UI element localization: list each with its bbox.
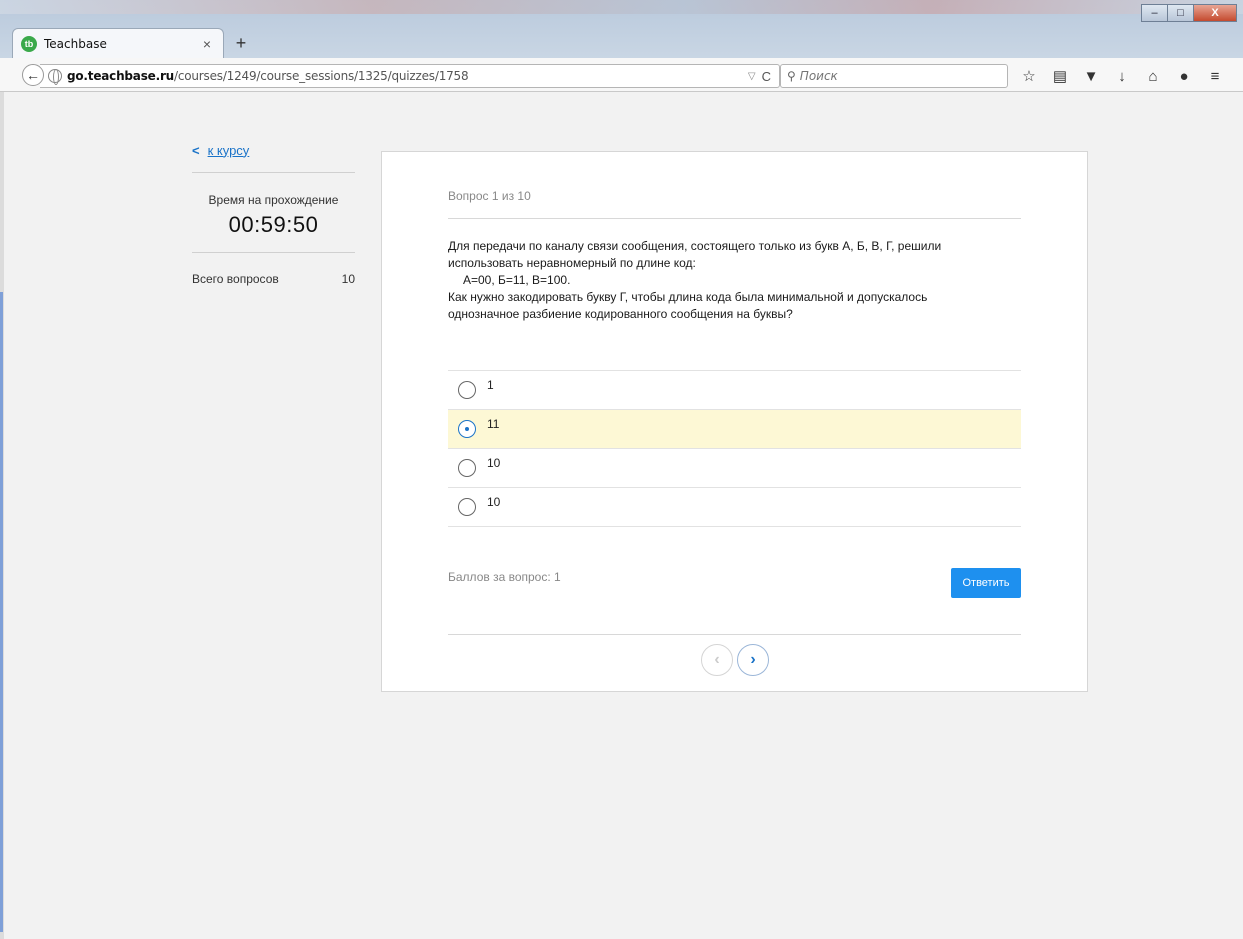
question-line: использовать неравномерный по длине код: bbox=[448, 256, 696, 270]
back-link-label: к курсу bbox=[207, 142, 250, 158]
search-icon: ⚲ bbox=[787, 69, 796, 83]
reading-list-icon[interactable]: ▤ bbox=[1047, 67, 1073, 85]
sidebar-divider bbox=[192, 252, 355, 253]
new-tab-button[interactable]: + bbox=[230, 32, 252, 54]
radio-button-checked[interactable] bbox=[458, 420, 476, 438]
window-titlebar: tb Teachbase × + – □ X bbox=[0, 0, 1243, 58]
chevron-left-icon: ‹ bbox=[714, 651, 720, 668]
answer-option[interactable]: 10 bbox=[448, 448, 1021, 487]
total-questions-row: Всего вопросов 10 bbox=[192, 272, 355, 286]
quiz-card: Вопрос 1 из 10 Для передачи по каналу св… bbox=[381, 151, 1088, 692]
option-label: 11 bbox=[487, 417, 500, 431]
tab-title: Teachbase bbox=[44, 36, 107, 51]
total-questions-label: Всего вопросов bbox=[192, 272, 279, 286]
next-question-button[interactable]: › bbox=[737, 644, 769, 676]
sidebar-divider bbox=[192, 172, 355, 173]
radio-button[interactable] bbox=[458, 459, 476, 477]
option-label: 1 bbox=[487, 378, 494, 392]
question-line: Для передачи по каналу связи сообщения, … bbox=[448, 239, 942, 253]
search-bar[interactable]: ⚲ bbox=[780, 64, 1008, 88]
question-line: А=00, Б=11, В=100. bbox=[463, 273, 571, 287]
answer-button[interactable]: Ответить bbox=[951, 568, 1021, 598]
home-icon[interactable]: ⌂ bbox=[1140, 68, 1166, 85]
left-edge-strip bbox=[0, 92, 4, 939]
toolbar-icons: ☆ ▤ ▼ ↓ ⌂ ● ≡ bbox=[1016, 64, 1233, 88]
pager-divider bbox=[448, 634, 1021, 635]
navigation-toolbar: go.teachbase.ru/courses/1249/course_sess… bbox=[0, 58, 1243, 92]
url-path: /courses/1249/course_sessions/1325/quizz… bbox=[174, 69, 469, 83]
teachbase-favicon-icon: tb bbox=[21, 35, 37, 52]
answer-option[interactable]: 10 bbox=[448, 487, 1021, 526]
download-icon[interactable]: ↓ bbox=[1109, 68, 1135, 85]
chevron-right-icon: › bbox=[750, 651, 756, 668]
minimize-button[interactable]: – bbox=[1141, 4, 1168, 22]
answer-option-selected[interactable]: 11 bbox=[448, 409, 1021, 448]
question-text: Для передачи по каналу связи сообщения, … bbox=[448, 238, 1021, 323]
question-counter: Вопрос 1 из 10 bbox=[448, 189, 531, 203]
radio-button[interactable] bbox=[458, 381, 476, 399]
back-button[interactable]: ← bbox=[22, 64, 44, 86]
timer-label: Время на прохождение bbox=[208, 193, 339, 207]
pocket-icon[interactable]: ▼ bbox=[1078, 68, 1104, 85]
question-divider bbox=[448, 218, 1021, 219]
browser-tab[interactable]: tb Teachbase × bbox=[12, 28, 224, 58]
url-domain: go.teachbase.ru bbox=[67, 69, 175, 83]
quiz-sidebar: < к курсу Время на прохождение 00:59:50 … bbox=[192, 140, 355, 286]
answer-option[interactable]: 1 bbox=[448, 370, 1021, 409]
tab-close-icon[interactable]: × bbox=[199, 36, 215, 52]
chevron-left-icon: < bbox=[192, 142, 200, 158]
radio-button[interactable] bbox=[458, 498, 476, 516]
points-per-question: Баллов за вопрос: 1 bbox=[448, 570, 561, 584]
hello-icon[interactable]: ● bbox=[1171, 68, 1197, 85]
question-line: однозначное разбиение кодированного сооб… bbox=[448, 307, 793, 321]
globe-icon bbox=[48, 69, 62, 85]
total-questions-value: 10 bbox=[341, 272, 355, 286]
window-controls: – □ X bbox=[1141, 4, 1237, 22]
reload-icon[interactable]: C bbox=[762, 69, 771, 84]
menu-icon[interactable]: ≡ bbox=[1202, 68, 1228, 85]
url-dropdown-icon[interactable]: ▽ bbox=[748, 71, 756, 82]
star-icon[interactable]: ☆ bbox=[1016, 67, 1042, 85]
question-pager: ‹ › bbox=[701, 644, 773, 676]
close-window-button[interactable]: X bbox=[1193, 4, 1237, 22]
back-arrow-icon: ← bbox=[26, 67, 40, 83]
maximize-button[interactable]: □ bbox=[1167, 4, 1194, 22]
timer-value: 00:59:50 bbox=[228, 212, 319, 237]
options-bottom-divider bbox=[448, 526, 1021, 527]
option-label: 10 bbox=[487, 495, 501, 509]
search-input[interactable] bbox=[799, 69, 980, 83]
question-line: Как нужно закодировать букву Г, чтобы дл… bbox=[448, 290, 928, 304]
back-to-course-link[interactable]: < к курсу bbox=[192, 140, 355, 160]
option-label: 10 bbox=[487, 456, 501, 470]
url-text[interactable]: go.teachbase.ru/courses/1249/course_sess… bbox=[67, 69, 748, 83]
address-bar[interactable]: go.teachbase.ru/courses/1249/course_sess… bbox=[40, 64, 780, 88]
prev-question-button[interactable]: ‹ bbox=[701, 644, 733, 676]
